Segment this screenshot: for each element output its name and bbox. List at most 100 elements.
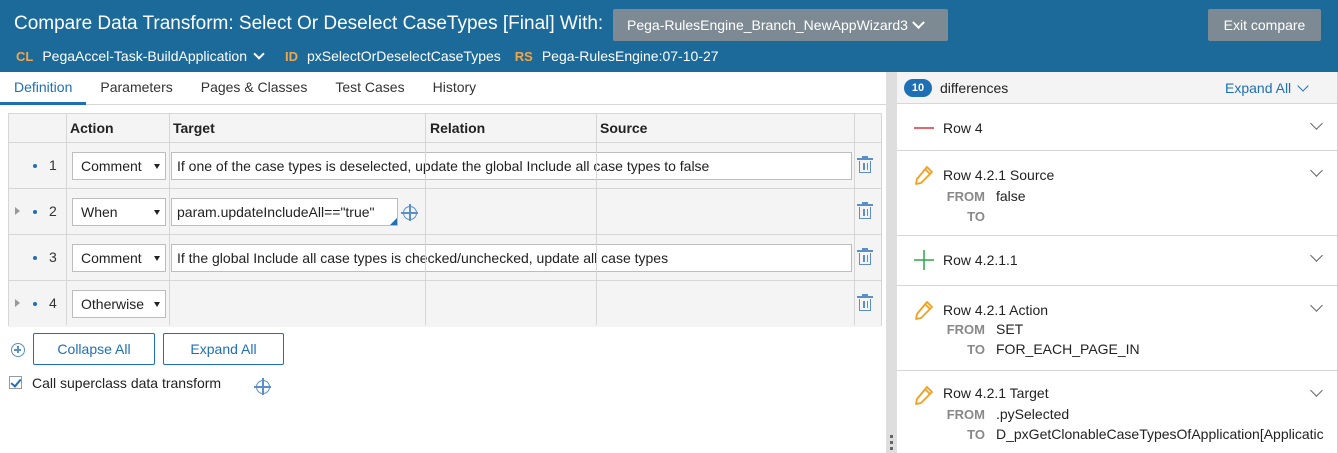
chevron-down-icon[interactable] [1310, 299, 1323, 312]
delete-row-icon[interactable] [857, 248, 873, 265]
header-target: Target [173, 120, 215, 136]
difference-title: Row 4.2.1 Target [943, 385, 1049, 401]
differences-panel: 10 differences Expand All Row 4 Row 4.2.… [897, 72, 1338, 453]
add-row-icon[interactable] [11, 343, 25, 357]
column-divider [169, 114, 170, 325]
pencil-icon [915, 301, 933, 320]
caret-down-icon [154, 210, 160, 215]
tab-history[interactable]: History [419, 72, 491, 105]
table-row: 3 Comment If the global Include all case… [9, 235, 881, 281]
header-relation: Relation [430, 120, 486, 136]
difference-item[interactable]: Row 4 [897, 104, 1337, 151]
expand-row-icon[interactable] [15, 299, 20, 307]
chevron-down-icon[interactable] [1310, 117, 1323, 130]
condition-value: param.updateIncludeAll=="true" [177, 204, 375, 220]
row-number: 4 [49, 295, 57, 311]
action-select[interactable]: Comment [72, 152, 166, 180]
difference-item[interactable]: Row 4.2.1 Source FROM false TO [897, 151, 1337, 236]
crosshair-icon[interactable] [401, 204, 418, 221]
tab-definition[interactable]: Definition [0, 72, 87, 105]
minus-icon [914, 127, 934, 129]
compare-header: Compare Data Transform: Select Or Desele… [0, 0, 1338, 72]
expand-all-label: Expand All [1225, 80, 1292, 96]
exit-compare-button[interactable]: Exit compare [1208, 9, 1321, 41]
chevron-down-icon [912, 15, 925, 29]
row-number: 1 [49, 157, 57, 173]
row-bullet [33, 210, 37, 214]
difference-title: Row 4.2.1 Action [943, 302, 1049, 318]
action-value: Otherwise [81, 296, 145, 312]
splitter-grip [890, 441, 893, 444]
from-label: FROM [946, 189, 985, 204]
expand-all-link[interactable]: Expand All [1225, 80, 1309, 96]
pane-splitter[interactable] [886, 72, 897, 453]
call-superclass-checkbox[interactable] [9, 376, 22, 389]
collapse-all-button[interactable]: Collapse All [33, 333, 155, 365]
autocomplete-corner-icon [390, 218, 397, 225]
branch-select[interactable]: Pega-RulesEngine_Branch_NewAppWizard3 [613, 9, 948, 41]
crosshair-icon[interactable] [254, 378, 271, 395]
target-input[interactable]: If the global Include all case types is … [171, 244, 852, 272]
from-value: SET [996, 321, 1024, 337]
difference-item[interactable]: Row 4.2.1.1 [897, 236, 1337, 286]
caret-down-icon [154, 256, 160, 261]
chevron-down-icon [1297, 80, 1309, 92]
from-value: false [996, 188, 1026, 204]
class-value[interactable]: PegaAccel-Task-BuildApplication [42, 48, 247, 64]
pencil-icon [915, 166, 933, 185]
row-number: 2 [49, 203, 57, 219]
grid-header: Action Target Relation Source [9, 114, 881, 143]
action-select[interactable]: Comment [72, 244, 166, 272]
to-value: D_pxGetClonableCaseTypesOfApplication[Ap… [996, 426, 1324, 442]
row-bullet [33, 256, 37, 260]
chevron-down-icon[interactable] [253, 47, 265, 60]
header-source: Source [600, 120, 648, 136]
class-tag: CL [16, 48, 34, 64]
plus-icon [914, 250, 934, 270]
action-value: When [81, 204, 118, 220]
delete-row-icon[interactable] [857, 294, 873, 311]
tab-test-cases[interactable]: Test Cases [321, 72, 418, 105]
action-value: Comment [81, 158, 142, 174]
expand-all-button[interactable]: Expand All [163, 333, 284, 365]
splitter-grip [890, 435, 893, 438]
rule-meta: CL PegaAccel-Task-BuildApplication ID px… [16, 47, 719, 64]
differences-header: 10 differences Expand All [897, 72, 1337, 104]
differences-count-badge: 10 [904, 79, 932, 97]
chevron-down-icon[interactable] [1310, 384, 1323, 397]
page-title: Compare Data Transform: Select Or Desele… [14, 13, 604, 34]
splitter-grip [890, 447, 893, 450]
table-row: 2 When param.updateIncludeAll=="true" [9, 189, 881, 235]
caret-down-icon [154, 302, 160, 307]
from-label: FROM [946, 322, 985, 337]
from-label: FROM [946, 407, 985, 422]
column-divider [425, 114, 426, 325]
difference-item[interactable]: Row 4.2.1 Target FROM .pySelected TO D_p… [897, 371, 1337, 453]
chevron-down-icon[interactable] [1310, 249, 1323, 262]
action-select[interactable]: When [72, 198, 166, 226]
action-select[interactable]: Otherwise [72, 290, 166, 318]
tab-bar: Definition Parameters Pages & Classes Te… [0, 72, 886, 105]
difference-title: Row 4.2.1 Source [943, 167, 1055, 183]
branch-select-value: Pega-RulesEngine_Branch_NewAppWizard3 [627, 17, 908, 33]
action-value: Comment [81, 250, 142, 266]
expand-row-icon[interactable] [15, 207, 20, 215]
column-divider [66, 114, 67, 325]
row-bullet [33, 164, 37, 168]
ruleset-value: Pega-RulesEngine:07-10-27 [541, 48, 719, 64]
to-value: FOR_EACH_PAGE_IN [996, 341, 1140, 357]
condition-input[interactable]: param.updateIncludeAll=="true" [171, 198, 398, 226]
row-bullet [33, 302, 37, 306]
delete-row-icon[interactable] [857, 156, 873, 173]
tab-pages-classes[interactable]: Pages & Classes [187, 72, 322, 105]
target-input[interactable]: If one of the case types is deselected, … [171, 152, 852, 180]
delete-row-icon[interactable] [857, 202, 873, 219]
to-label: TO [967, 342, 985, 357]
tab-parameters[interactable]: Parameters [86, 72, 186, 105]
row-number: 3 [49, 249, 57, 265]
id-tag: ID [285, 48, 299, 64]
difference-title: Row 4.2.1.1 [943, 252, 1018, 268]
to-label: TO [967, 427, 985, 442]
chevron-down-icon[interactable] [1310, 164, 1323, 177]
difference-item[interactable]: Row 4.2.1 Action FROM SET TO FOR_EACH_PA… [897, 286, 1337, 371]
